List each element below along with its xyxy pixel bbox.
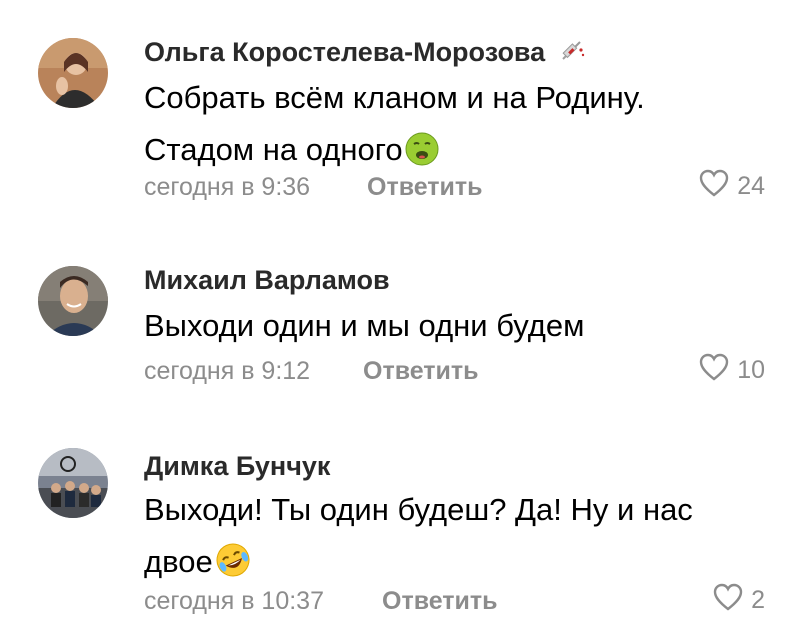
heart-icon bbox=[713, 583, 743, 618]
comment-text-line: двое bbox=[144, 544, 213, 579]
comment-author[interactable]: Ольга Коростелева-Морозова bbox=[144, 37, 585, 70]
like-button[interactable]: 10 bbox=[699, 353, 765, 388]
avatar[interactable] bbox=[38, 266, 108, 336]
syringe-icon bbox=[559, 37, 585, 70]
reply-button[interactable]: Ответить bbox=[382, 587, 498, 616]
comment-text: Выходи один и мы одни будем bbox=[144, 300, 584, 352]
like-button[interactable]: 24 bbox=[699, 169, 765, 204]
comment-author[interactable]: Димка Бунчук bbox=[144, 451, 330, 482]
like-count: 24 bbox=[737, 172, 765, 200]
author-name[interactable]: Ольга Коростелева-Морозова bbox=[144, 37, 545, 67]
like-count: 10 bbox=[737, 356, 765, 384]
comment-text: Выходи! Ты один будеш? Да! Ну и нас двое bbox=[144, 484, 693, 594]
comment-author[interactable]: Михаил Варламов bbox=[144, 265, 390, 296]
like-count: 2 bbox=[751, 586, 765, 614]
comment-text-line: Стадом на одного bbox=[144, 132, 403, 167]
avatar[interactable] bbox=[38, 38, 108, 108]
comment-text-line: Собрать всём кланом и на Родину. bbox=[144, 80, 645, 115]
comment-text-line: Выходи один и мы одни будем bbox=[144, 308, 585, 343]
comment-timestamp: сегодня в 9:36 bbox=[144, 173, 311, 201]
reply-button[interactable]: Ответить bbox=[367, 173, 483, 202]
comment-text-line: Выходи! Ты один будеш? Да! Ну и нас bbox=[144, 492, 693, 527]
reply-button[interactable]: Ответить bbox=[363, 357, 479, 386]
comment-timestamp: сегодня в 10:37 bbox=[144, 587, 324, 615]
comment-text: Собрать всём кланом и на Родину. Стадом … bbox=[144, 72, 645, 182]
comment-timestamp: сегодня в 9:12 bbox=[144, 357, 311, 385]
heart-icon bbox=[699, 169, 729, 204]
like-button[interactable]: 2 bbox=[713, 583, 765, 618]
heart-icon bbox=[699, 353, 729, 388]
avatar[interactable] bbox=[38, 448, 108, 518]
